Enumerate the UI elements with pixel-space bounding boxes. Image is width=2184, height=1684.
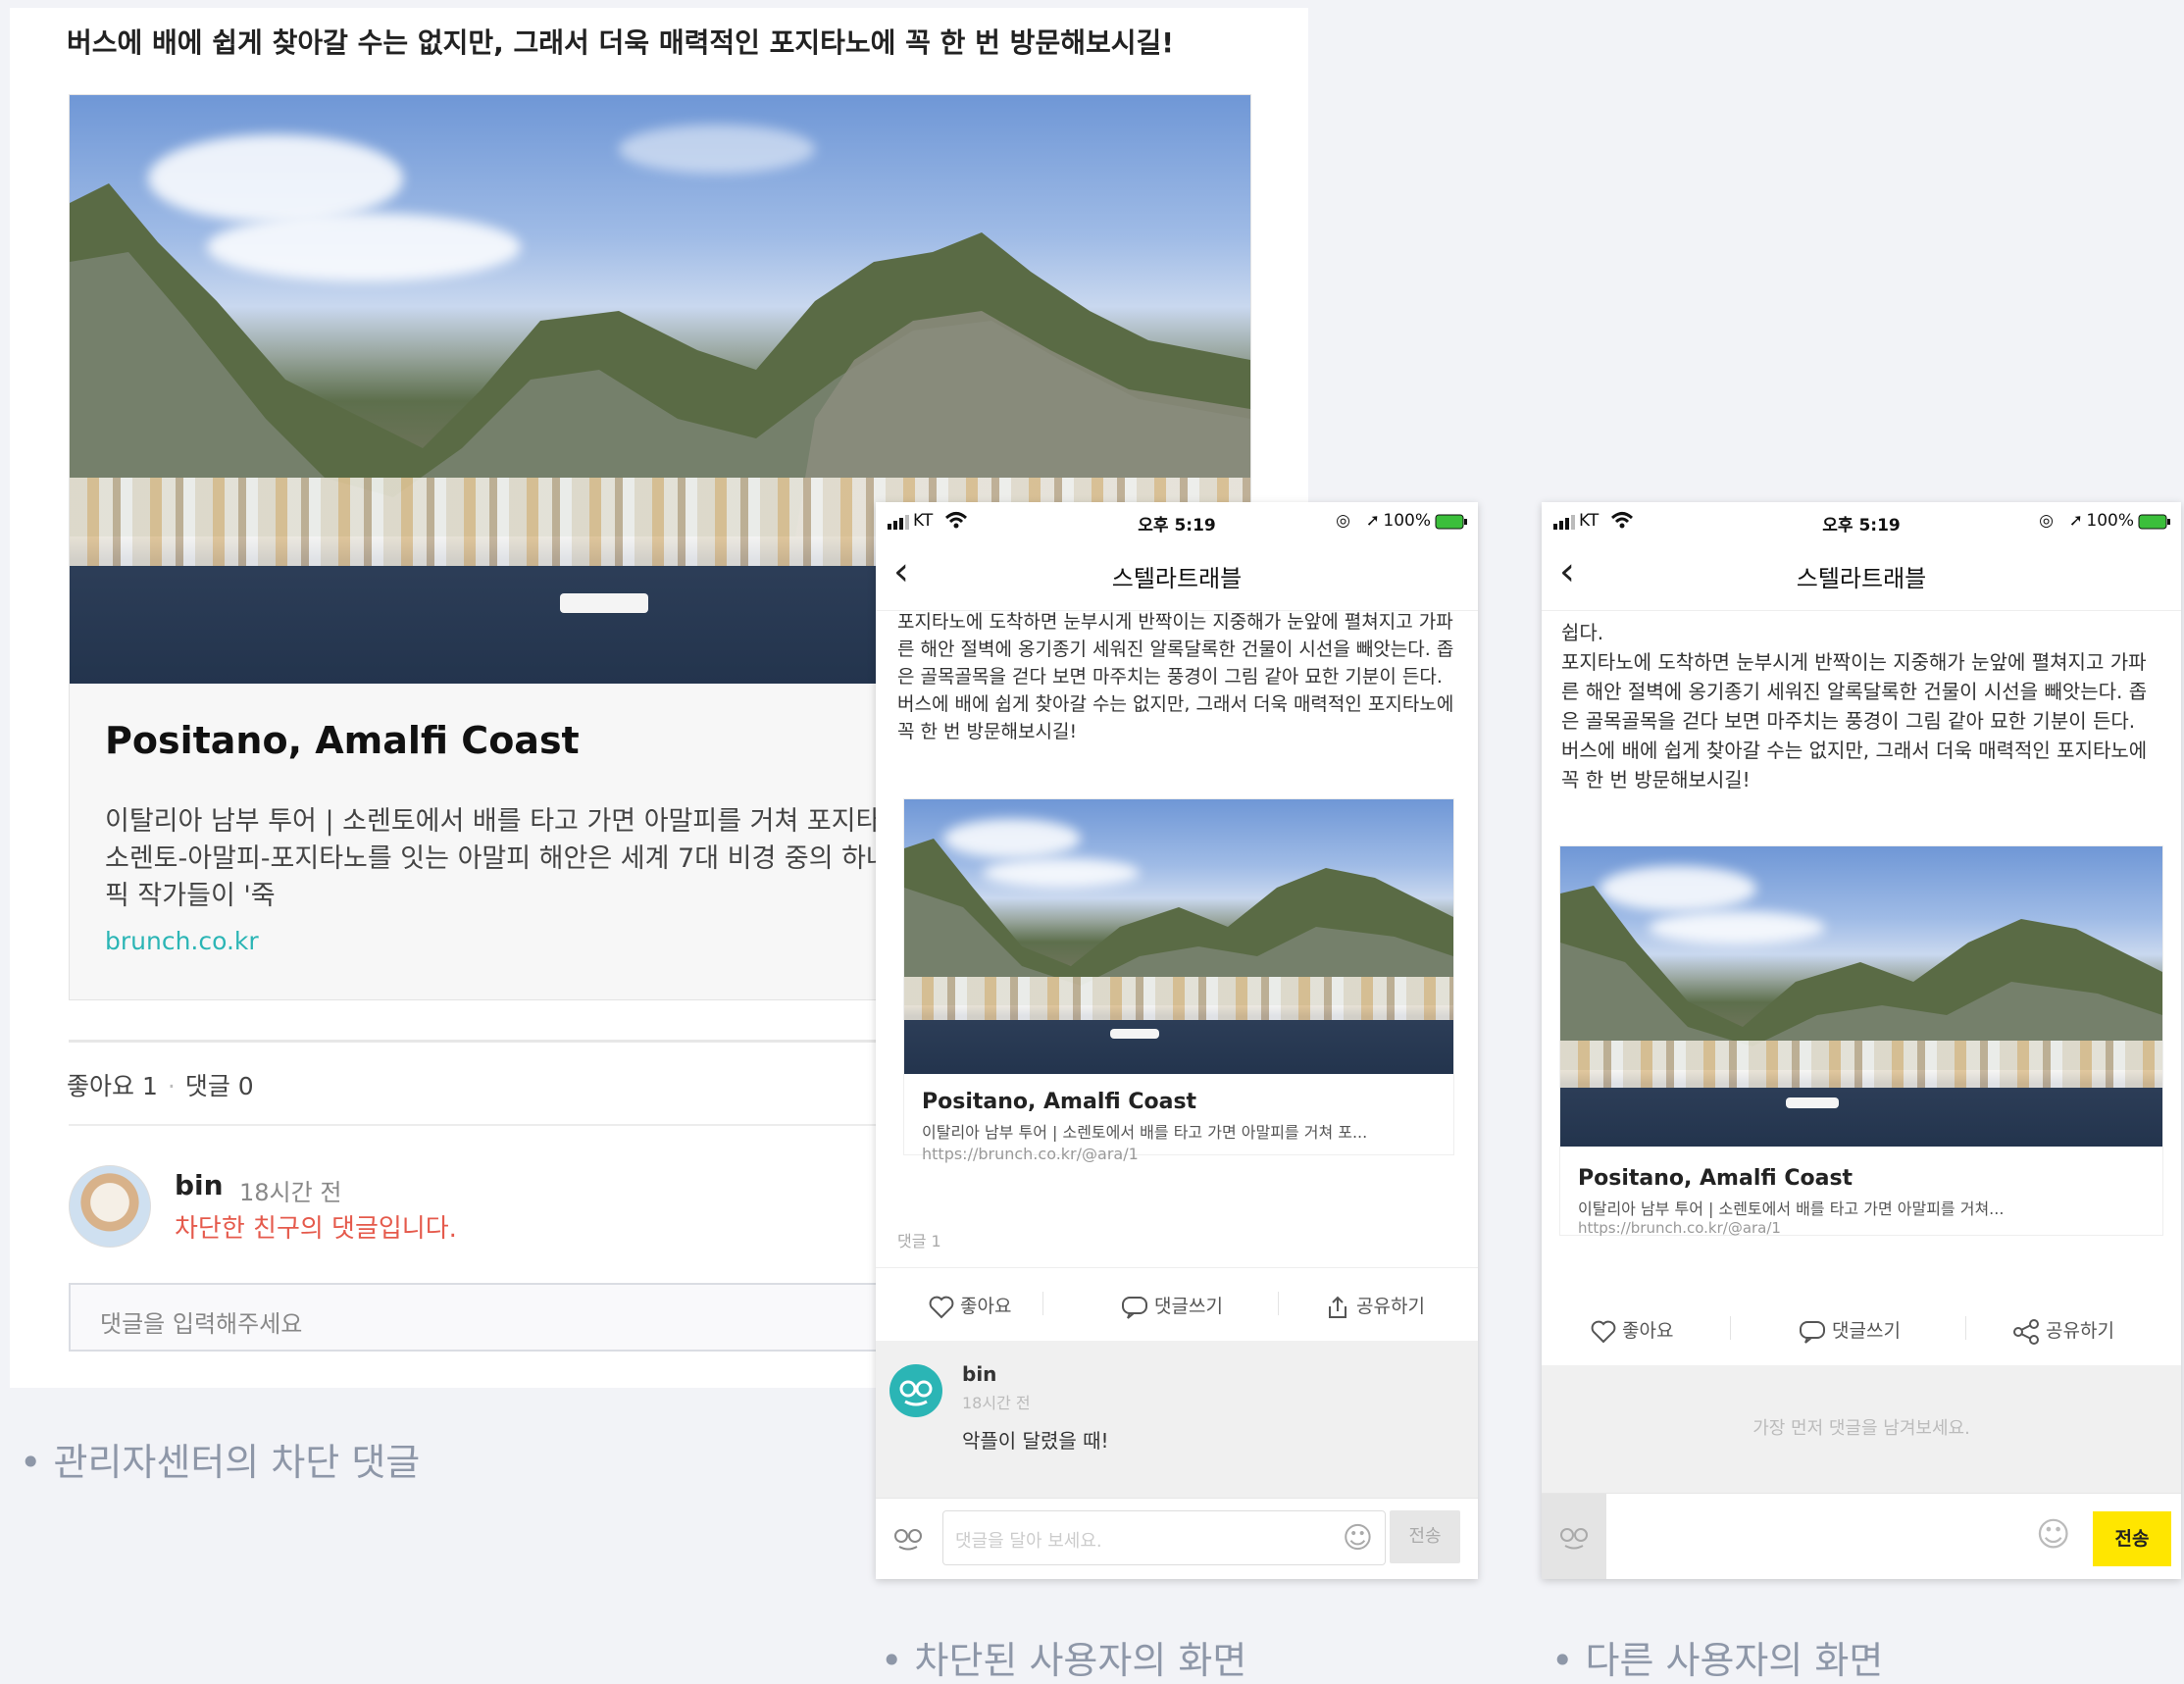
share-button[interactable]: 공유하기 (1325, 1292, 1425, 1320)
comment-count: 댓글 1 (897, 1232, 941, 1250)
battery-percent: 100% (1383, 511, 1431, 531)
link-preview-url[interactable]: brunch.co.kr (105, 927, 259, 955)
nav-bar: ‹ 스텔라트래블 (1542, 541, 2181, 611)
share-label: 공유하기 (1356, 1296, 1425, 1317)
comment-input[interactable]: 댓글을 달아 보세요. ☺ (942, 1510, 1386, 1565)
comment-button[interactable]: 댓글쓰기 (1121, 1292, 1223, 1319)
link-preview-title: Positano, Amalfi Coast (105, 719, 580, 762)
comment-time: 18시간 전 (962, 1394, 1031, 1412)
action-bar: 좋아요 댓글쓰기 공유하기 (1542, 1293, 2181, 1366)
link-preview-description: 이탈리아 남부 투어 | 소렌토에서 배를 타고 가면 아말피를 거쳐 포지타노… (105, 806, 905, 911)
post-text: 쉽다. 포지타노에 도착하면 눈부시게 반짝이는 지중해가 눈앞에 펼쳐지고 가… (1561, 621, 2148, 791)
comment-time: 18시간 전 (239, 1179, 342, 1206)
blocked-user-screen: KT 오후 5:19 ◎ ➚ 100% ‹ 스텔라트래블 포지타노에 도착하면 … (876, 502, 1478, 1579)
comment-text: 악플이 달렸을 때! (962, 1429, 1109, 1453)
like-button[interactable]: 좋아요 (929, 1292, 1012, 1319)
divider (1278, 1292, 1279, 1315)
other-user-screen: KT 오후 5:19 ◎ ➚ 100% ‹ 스텔라트래블 쉽다. 포지타노에 도… (1542, 502, 2181, 1579)
navigation-icon: ➚ (2068, 511, 2083, 531)
avatar-slot (1542, 1494, 1606, 1579)
comment-list: 가장 먼저 댓글을 남겨보세요. (1542, 1365, 2181, 1493)
heart-icon (1591, 1320, 1616, 1343)
avatar[interactable] (69, 1165, 151, 1248)
status-bar: KT 오후 5:19 ◎ ➚ 100% (1542, 502, 2181, 541)
battery-icon (1435, 512, 1468, 532)
avatar-icon (1557, 1523, 1591, 1556)
link-preview-url[interactable]: https://brunch.co.kr/@ara/1 (922, 1145, 1139, 1163)
link-preview-description: 이탈리아 남부 투어 | 소렌토에서 배를 타고 가면 아말피를 거쳐 포... (922, 1123, 1368, 1142)
like-button[interactable]: 좋아요 (1591, 1316, 1674, 1344)
battery-icon (2138, 512, 2171, 532)
location-icon: ◎ (1336, 511, 1350, 531)
comment-input-placeholder: 댓글을 달아 보세요. (955, 1531, 1102, 1552)
comment-bubble-icon (1800, 1320, 1825, 1344)
share-icon (2013, 1318, 2039, 1345)
like-label: 좋아요 (1622, 1320, 1674, 1342)
caption-admin: • 관리자센터의 차단 댓글 (20, 1441, 421, 1484)
send-button[interactable]: 전송 (2093, 1511, 2171, 1566)
link-preview-card[interactable]: Positano, Amalfi Coast 이탈리아 남부 투어 | 소렌토에… (1559, 845, 2163, 1237)
send-button[interactable]: 전송 (1390, 1510, 1460, 1563)
caption-other: • 다른 사용자의 화면 (1551, 1639, 1884, 1682)
emoji-icon[interactable]: ☺ (2036, 1515, 2070, 1555)
divider (1965, 1316, 1966, 1340)
comment-label: 댓글쓰기 (1154, 1296, 1223, 1317)
comment-list: bin 18시간 전 악플이 달렸을 때! (876, 1341, 1478, 1498)
nav-title: 스텔라트래블 (1796, 565, 1927, 592)
share-icon (1329, 1296, 1346, 1318)
status-time: 오후 5:19 (1822, 516, 1901, 536)
comment-input-bar: 댓글을 달아 보세요. ☺ 전송 (876, 1498, 1478, 1579)
divider (1042, 1292, 1043, 1315)
action-bar: 좋아요 댓글쓰기 공유하기 (876, 1267, 1478, 1342)
link-preview-url[interactable]: https://brunch.co.kr/@ara/1 (1578, 1219, 1781, 1237)
post-text: 포지타노에 도착하면 눈부시게 반짝이는 지중해가 눈앞에 펼쳐지고 가파른 해… (897, 611, 1454, 742)
heart-icon (929, 1296, 954, 1318)
comment-input-bar: ☺ 전송 (1542, 1493, 2181, 1579)
share-button[interactable]: 공유하기 (2012, 1316, 2114, 1345)
comment-bubble-icon (1122, 1296, 1147, 1319)
battery-percent: 100% (2086, 511, 2134, 531)
comment-count[interactable]: 댓글 0 (185, 1072, 254, 1100)
nav-bar: ‹ 스텔라트래블 (876, 541, 1478, 611)
avatar-icon (891, 1524, 925, 1557)
location-icon: ◎ (2039, 511, 2054, 531)
link-preview-image (1560, 846, 2162, 1147)
emoji-icon[interactable]: ☺ (1343, 1521, 1373, 1556)
empty-comment-text: 가장 먼저 댓글을 남겨보세요. (1752, 1418, 1970, 1439)
link-preview-title: Positano, Amalfi Coast (1578, 1166, 1854, 1191)
avatar-icon[interactable] (889, 1364, 942, 1417)
link-preview-description: 이탈리아 남부 투어 | 소렌토에서 배를 타고 가면 아말피를 거쳐... (1578, 1199, 2005, 1218)
link-preview-image (904, 799, 1453, 1074)
comment-author[interactable]: bin (962, 1362, 996, 1386)
comment-author[interactable]: bin (175, 1169, 224, 1201)
comment-button[interactable]: 댓글쓰기 (1799, 1316, 1901, 1344)
like-count[interactable]: 좋아요 1 (67, 1072, 158, 1100)
caption-blocked: • 차단된 사용자의 화면 (881, 1639, 1247, 1682)
comment-label: 댓글쓰기 (1832, 1320, 1901, 1342)
navigation-icon: ➚ (1365, 511, 1380, 531)
post-stats: 좋아요 1 · 댓글 0 (67, 1072, 254, 1100)
link-preview-card[interactable]: Positano, Amalfi Coast 이탈리아 남부 투어 | 소렌토에… (903, 798, 1454, 1163)
status-bar: KT 오후 5:19 ◎ ➚ 100% (876, 502, 1478, 541)
divider (1730, 1316, 1731, 1340)
nav-title: 스텔라트래블 (1111, 565, 1243, 592)
blocked-comment-text: 차단한 친구의 댓글입니다. (175, 1214, 457, 1244)
comment-input-placeholder: 댓글을 입력해주세요 (100, 1310, 303, 1338)
link-preview-title: Positano, Amalfi Coast (922, 1090, 1197, 1114)
comment-input[interactable] (1620, 1509, 2052, 1564)
share-label: 공유하기 (2046, 1320, 2114, 1342)
like-label: 좋아요 (960, 1296, 1012, 1317)
post-top-text: 버스에 배에 쉽게 찾아갈 수는 없지만, 그래서 더욱 매력적인 포지타노에 … (67, 26, 1175, 59)
